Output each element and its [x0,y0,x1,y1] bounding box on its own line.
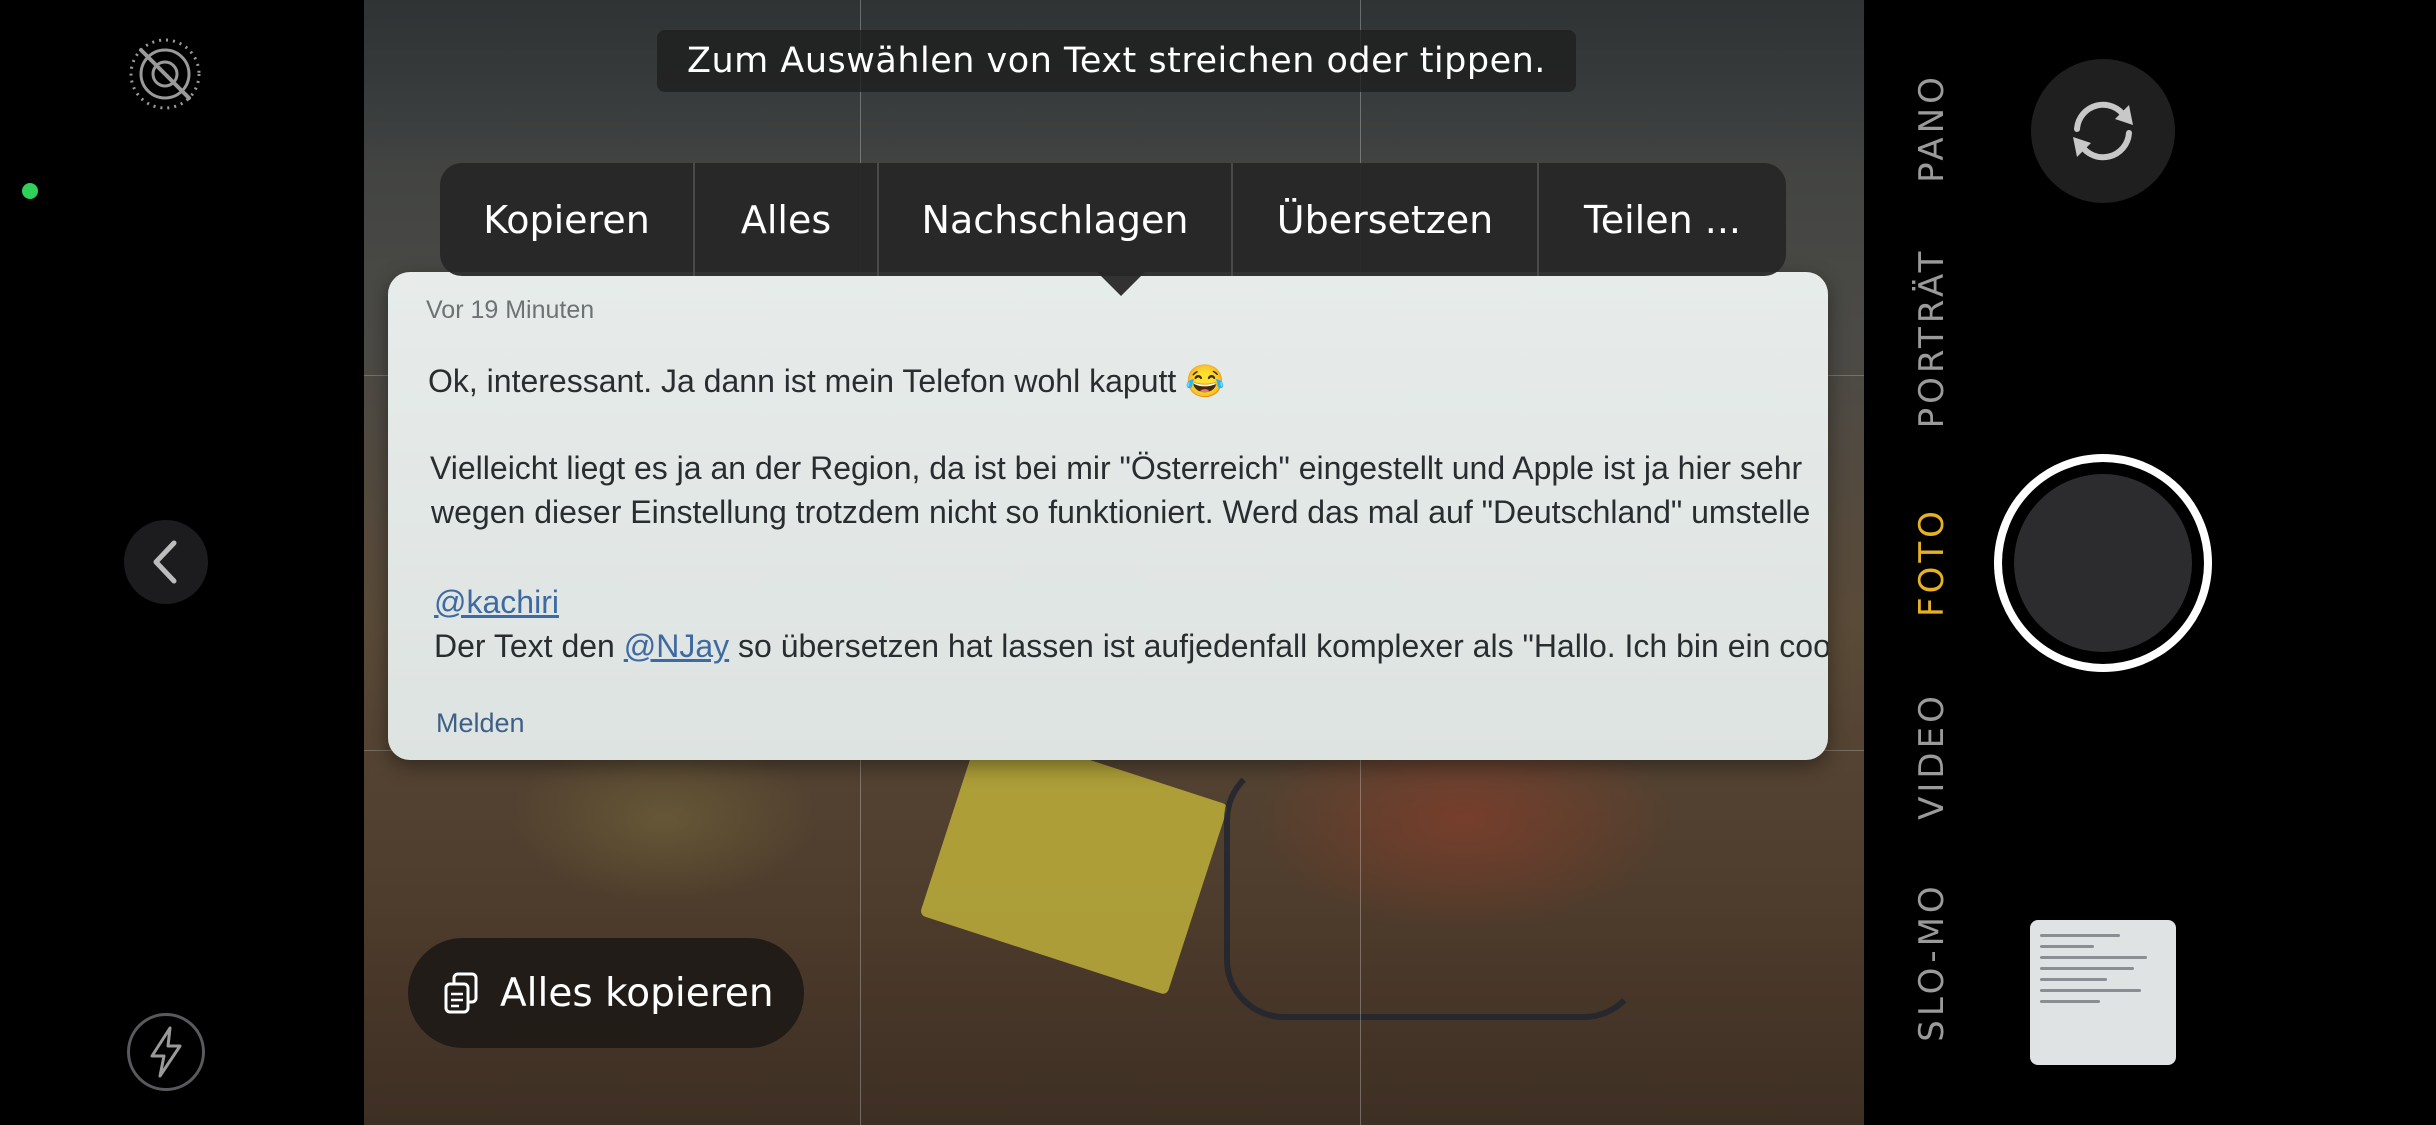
shutter-button[interactable] [1994,454,2212,672]
blurred-cable [1224,760,1644,1020]
text-line[interactable]: Ok, interessant. Ja dann ist mein Telefo… [428,362,1225,400]
shutter-inner [2014,474,2192,652]
menu-item-copy[interactable]: Kopieren [440,163,695,276]
blurred-notebook [919,724,1229,996]
chevron-left-icon [153,540,177,584]
text-context-menu: Kopieren Alles Nachschlagen Übersetzen T… [440,163,1786,276]
switch-camera-button[interactable] [2031,59,2175,203]
mention-link[interactable]: @kachiri [434,584,559,621]
mode-video[interactable]: VIDEO [1912,666,1952,846]
thumbnail-content [2040,978,2107,981]
mode-photo[interactable]: FOTO [1912,482,1952,642]
thumbnail-content [2040,956,2148,959]
menu-item-translate[interactable]: Übersetzen [1233,163,1539,276]
mode-pano[interactable]: PANO [1912,48,1952,208]
flash-button[interactable] [127,1013,205,1091]
text-line[interactable]: wegen dieser Einstellung trotzdem nicht … [431,494,1810,531]
copy-all-button[interactable]: Alles kopieren [408,938,804,1048]
thumbnail-content [2040,967,2134,970]
flash-icon [150,1026,182,1078]
text-selection-hint: Zum Auswählen von Text streichen oder ti… [657,30,1576,92]
text-segment: so übersetzen hat lassen ist aufjedenfal… [729,628,1828,664]
mention-link[interactable]: @NJay [624,628,729,664]
last-photo-thumbnail[interactable] [2030,920,2176,1065]
switch-camera-icon [2073,101,2133,161]
menu-item-share[interactable]: Teilen ... [1539,163,1786,276]
thumbnail-content [2040,989,2141,992]
report-link[interactable]: Melden [436,708,525,739]
thumbnail-content [2040,934,2121,937]
menu-pointer [1097,272,1145,296]
menu-item-look-up[interactable]: Nachschlagen [879,163,1233,276]
thumbnail-content [2040,1000,2101,1003]
live-photo-off-button[interactable] [125,34,205,114]
recognized-text-card[interactable]: Vor 19 Minuten Ok, interessant. Ja dann … [388,272,1828,760]
live-photo-off-icon [129,38,201,110]
thumbnail-content [2040,945,2094,948]
mode-slomo[interactable]: SLO-MO [1912,862,1952,1062]
post-timestamp: Vor 19 Minuten [426,296,595,324]
text-line[interactable]: Der Text den @NJay so übersetzen hat las… [434,628,1828,665]
camera-in-use-indicator [22,183,38,199]
text-line[interactable]: Vielleicht liegt es ja an der Region, da… [430,450,1802,487]
left-control-panel [0,0,364,1125]
copy-all-label: Alles kopieren [500,970,774,1016]
camera-viewfinder[interactable]: Zum Auswählen von Text streichen oder ti… [364,0,1864,1125]
text-segment: Der Text den [434,628,624,664]
mode-portrait[interactable]: PORTRÄT [1912,218,1952,458]
expand-controls-button[interactable] [124,520,208,604]
copy-icon [444,972,478,1014]
menu-item-select-all[interactable]: Alles [695,163,879,276]
